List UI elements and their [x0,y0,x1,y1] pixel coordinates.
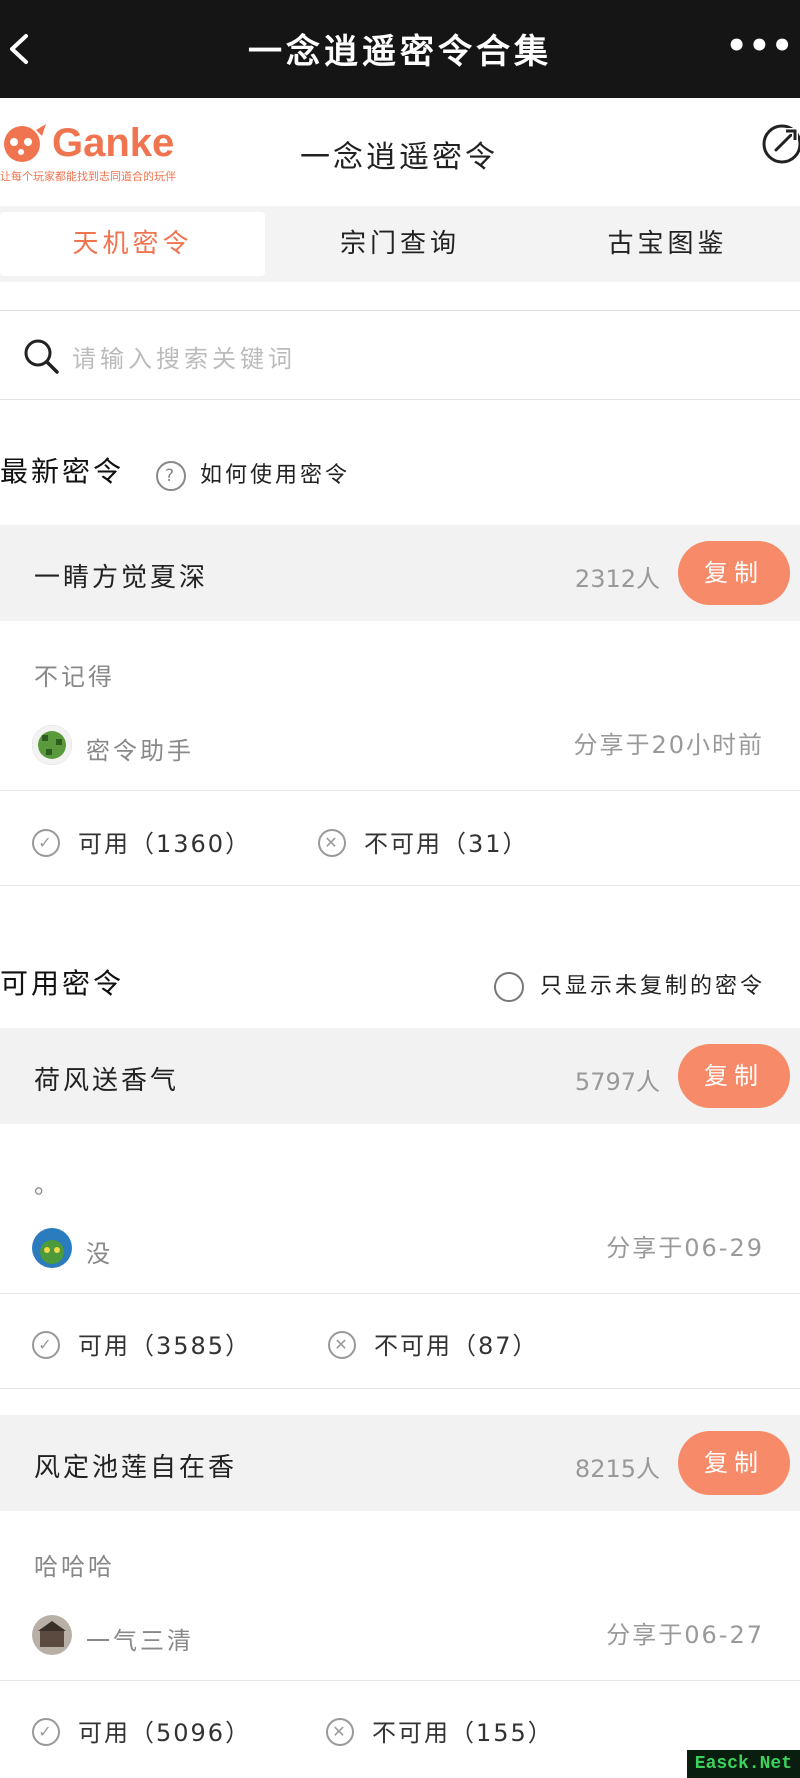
check-circle-icon: ✓ [32,829,60,857]
help-link[interactable]: ? 如何使用密令 [156,457,350,491]
search-placeholder: 请输入搜索关键词 [72,345,296,373]
share-time: 分享于06-29 [606,1234,764,1262]
copy-count: 2312人 [574,565,660,593]
cross-circle-icon: ✕ [326,1718,354,1746]
author-name: 密令助手 [86,737,194,765]
code-note: 。 [34,1171,61,1199]
app-header: Ganke 让每个玩家都能找到志同道合的玩伴 一念逍遥密令 [0,98,800,206]
tab-tianji[interactable]: 天机密令 [0,212,265,276]
divider [0,1388,800,1389]
cross-circle-icon: ✕ [318,829,346,857]
top-bar: 一念逍遥密令合集 ••• [0,0,800,98]
cross-circle-icon: ✕ [328,1331,356,1359]
ganke-logo: Ganke 让每个玩家都能找到志同道合的玩伴 [0,120,200,190]
vote-available-label: 可用（3585） [78,1332,252,1360]
filter-label: 只显示未复制的密令 [540,974,766,999]
vote-available-label: 可用（5096） [78,1719,252,1747]
vote-unavailable[interactable]: ✕ 不可用（155） [326,1713,554,1748]
radio-icon [494,972,524,1002]
avatar [32,1228,72,1268]
avatar [32,1615,72,1655]
vote-available-label: 可用（1360） [78,830,252,858]
check-circle-icon: ✓ [32,1331,60,1359]
vote-unavailable-label: 不可用（31） [364,830,529,858]
divider [0,1293,800,1294]
search-icon [24,339,59,374]
copy-button[interactable]: 复制 [678,1044,790,1108]
share-icon[interactable] [760,122,800,166]
code-note: 哈哈哈 [34,1553,115,1581]
divider [0,1680,800,1681]
copy-count: 5797人 [574,1068,660,1096]
code-card: 荷风送香气 5797人 复制 。 没 分享于06-29 ✓ 可用（3585） ✕ 不… [0,1028,800,1390]
author-name: 一气三清 [86,1627,194,1655]
author-name: 没 [86,1240,113,1268]
share-time: 分享于20小时前 [573,731,764,759]
help-icon: ? [156,461,186,491]
help-label: 如何使用密令 [200,463,351,488]
vote-available[interactable]: ✓ 可用（3585） [32,1326,251,1361]
brand-slogan: 让每个玩家都能找到志同道合的玩伴 [0,170,176,183]
divider [0,790,800,791]
vote-unavailable[interactable]: ✕ 不可用（31） [318,824,529,859]
mascot-icon [4,124,46,162]
vote-unavailable[interactable]: ✕ 不可用（87） [328,1326,539,1361]
code-card: 一睛方觉夏深 2312人 复制 不记得 密令助手 分享于20小时前 ✓ 可用（13… [0,525,800,887]
available-section-title: 可用密令 [0,967,125,1000]
tab-gubao[interactable]: 古宝图鉴 [535,212,800,276]
code-card: 风定池莲自在香 8215人 复制 哈哈哈 一气三清 分享于06-27 ✓ 可用（5… [0,1415,800,1777]
tab-zongmen[interactable]: 宗门查询 [265,212,535,276]
copy-button[interactable]: 复制 [678,541,790,605]
page-title: 一念逍遥密令 [300,140,498,175]
search-input[interactable]: 请输入搜索关键词 [0,310,800,400]
vote-available[interactable]: ✓ 可用（1360） [32,824,251,859]
code-name: 一睛方觉夏深 [34,563,209,593]
vote-available[interactable]: ✓ 可用（5096） [32,1713,251,1748]
vote-unavailable-label: 不可用（87） [374,1332,539,1360]
brand-name: Ganke [52,121,175,165]
code-name: 荷风送香气 [34,1066,180,1096]
vote-unavailable-label: 不可用（155） [372,1719,554,1747]
copy-count: 8215人 [574,1455,660,1483]
uncopied-filter[interactable]: 只显示未复制的密令 [494,968,765,1002]
latest-section-title: 最新密令 [0,455,125,488]
avatar [32,725,72,765]
check-circle-icon: ✓ [32,1718,60,1746]
code-name: 风定池莲自在香 [34,1453,238,1483]
copy-button[interactable]: 复制 [678,1431,790,1495]
watermark: Easck.Net [686,1750,800,1778]
tab-bar: 天机密令 宗门查询 古宝图鉴 [0,206,800,282]
more-icon[interactable]: ••• [726,26,794,66]
share-time: 分享于06-27 [606,1621,764,1649]
code-note: 不记得 [34,663,115,691]
window-title: 一念逍遥密令合集 [248,32,552,72]
divider [0,885,800,886]
